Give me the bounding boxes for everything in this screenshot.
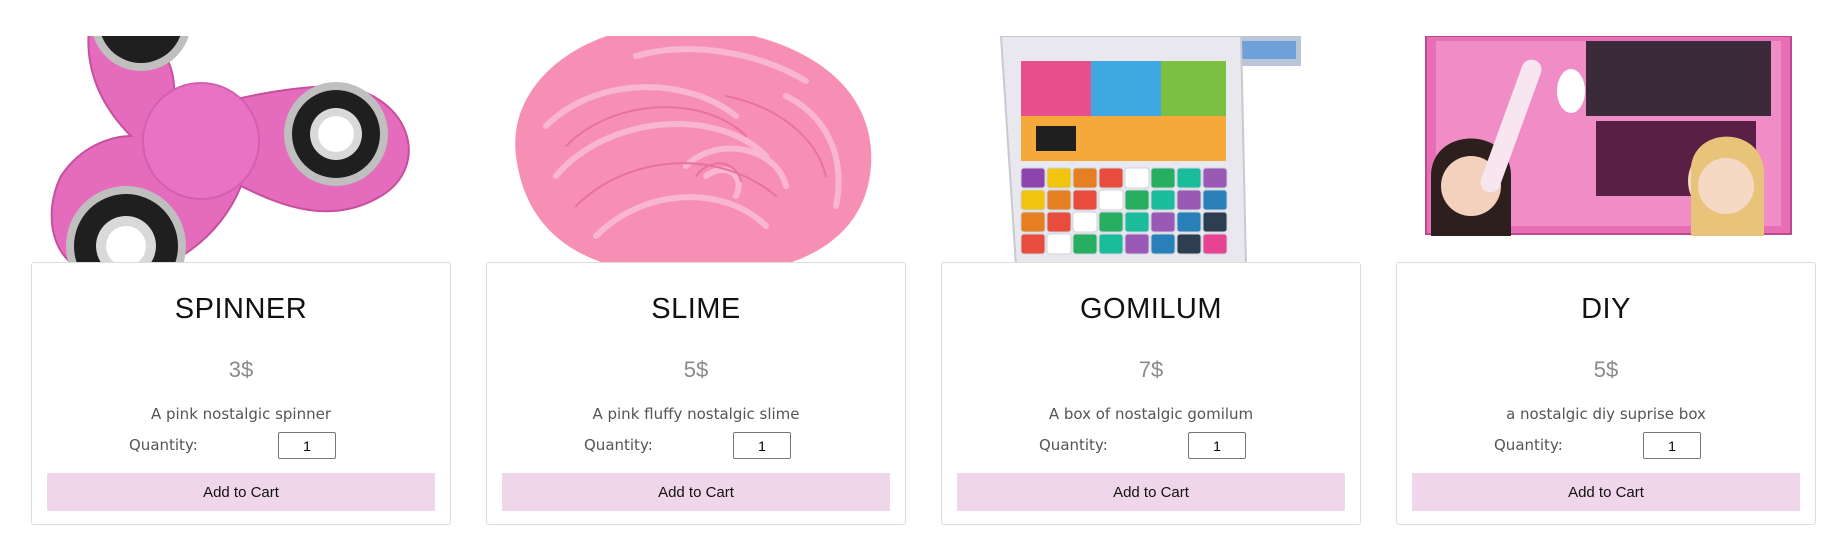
spinner-image bbox=[31, 36, 451, 262]
product-image-diy[interactable] bbox=[1396, 36, 1816, 262]
product-description: A pink fluffy nostalgic slime bbox=[592, 405, 800, 423]
product-title: DIY bbox=[1581, 293, 1631, 325]
product-card-gomilum: GOMILUM 7$ A box of nostalgic gomilum Qu… bbox=[941, 36, 1361, 525]
slime-image bbox=[486, 36, 906, 262]
product-image-slime[interactable] bbox=[486, 36, 906, 262]
add-to-cart-button[interactable]: Add to Cart bbox=[1412, 473, 1800, 511]
quantity-input[interactable] bbox=[1188, 432, 1246, 459]
product-title: SPINNER bbox=[174, 293, 308, 325]
quantity-row: Quantity: bbox=[487, 432, 905, 460]
product-image-gomilum[interactable] bbox=[941, 36, 1361, 262]
product-description: a nostalgic diy suprise box bbox=[1506, 405, 1706, 423]
product-info: GOMILUM 7$ A box of nostalgic gomilum Qu… bbox=[941, 262, 1361, 525]
product-card-spinner: SPINNER 3$ A pink nostalgic spinner Quan… bbox=[31, 36, 451, 525]
product-card-diy: DIY 5$ a nostalgic diy suprise box Quant… bbox=[1396, 36, 1816, 525]
product-grid: SPINNER 3$ A pink nostalgic spinner Quan… bbox=[0, 0, 1842, 540]
add-to-cart-button[interactable]: Add to Cart bbox=[502, 473, 890, 511]
product-price: 5$ bbox=[1593, 357, 1619, 382]
quantity-row: Quantity: bbox=[942, 432, 1360, 460]
quantity-input[interactable] bbox=[1643, 432, 1701, 459]
quantity-label: Quantity: bbox=[1039, 436, 1108, 454]
loom-box-image bbox=[941, 36, 1361, 262]
quantity-label: Quantity: bbox=[1494, 436, 1563, 454]
product-info: SLIME 5$ A pink fluffy nostalgic slime Q… bbox=[486, 262, 906, 525]
quantity-input[interactable] bbox=[278, 432, 336, 459]
add-to-cart-button[interactable]: Add to Cart bbox=[47, 473, 435, 511]
braiding-kit-image bbox=[1396, 36, 1816, 262]
product-info: DIY 5$ a nostalgic diy suprise box Quant… bbox=[1396, 262, 1816, 525]
product-price: 7$ bbox=[1138, 357, 1164, 382]
product-image-spinner[interactable] bbox=[31, 36, 451, 262]
quantity-row: Quantity: bbox=[1397, 432, 1815, 460]
product-title: SLIME bbox=[651, 293, 741, 325]
product-description: A pink nostalgic spinner bbox=[150, 405, 332, 423]
product-price: 3$ bbox=[228, 357, 254, 382]
quantity-row: Quantity: bbox=[32, 432, 450, 460]
quantity-label: Quantity: bbox=[584, 436, 653, 454]
product-card-slime: SLIME 5$ A pink fluffy nostalgic slime Q… bbox=[486, 36, 906, 525]
product-price: 5$ bbox=[683, 357, 709, 382]
product-title: GOMILUM bbox=[1079, 293, 1223, 325]
add-to-cart-button[interactable]: Add to Cart bbox=[957, 473, 1345, 511]
quantity-input[interactable] bbox=[733, 432, 791, 459]
quantity-label: Quantity: bbox=[129, 436, 198, 454]
product-description: A box of nostalgic gomilum bbox=[1048, 405, 1254, 423]
product-info: SPINNER 3$ A pink nostalgic spinner Quan… bbox=[31, 262, 451, 525]
